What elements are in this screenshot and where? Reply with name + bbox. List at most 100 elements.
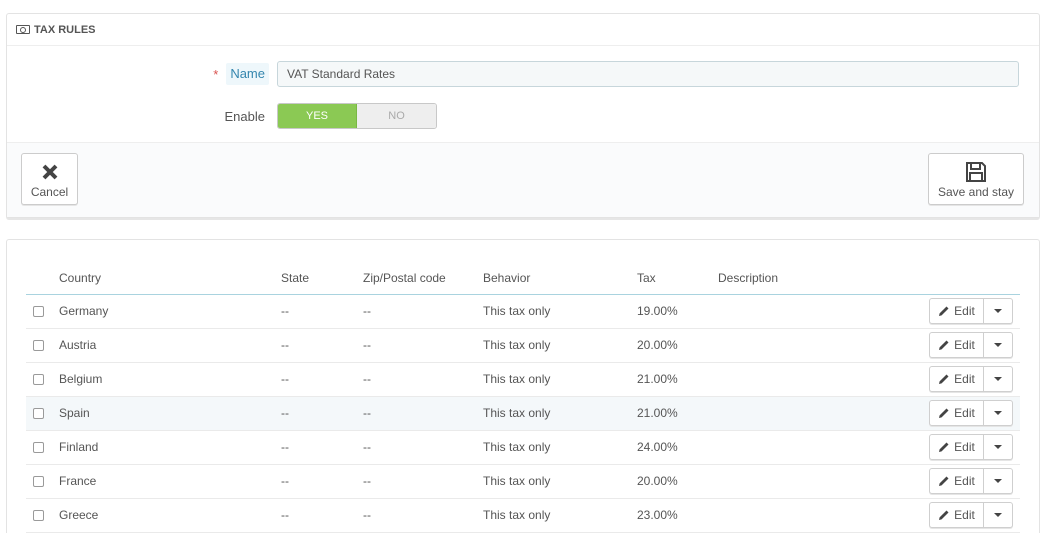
row-actions-dropdown[interactable] xyxy=(984,333,1012,357)
cell-actions: Edit xyxy=(928,430,1020,465)
cell-zip: -- xyxy=(363,328,483,363)
cell-state: -- xyxy=(281,430,363,465)
caret-down-icon xyxy=(994,445,1002,449)
table-row[interactable]: Spain -- -- This tax only 21.00% Edit xyxy=(26,396,1020,431)
cell-description xyxy=(718,362,928,397)
cell-state: -- xyxy=(281,464,363,499)
cell-actions: Edit xyxy=(928,362,1020,397)
table-row[interactable]: Germany -- -- This tax only 19.00% Edit xyxy=(26,294,1020,329)
caret-down-icon xyxy=(994,479,1002,483)
header-state[interactable]: State xyxy=(281,262,363,295)
cell-state: -- xyxy=(281,498,363,533)
row-actions-dropdown[interactable] xyxy=(984,299,1012,323)
cell-description xyxy=(718,464,928,499)
cell-tax: 23.00% xyxy=(637,498,718,533)
save-and-stay-button[interactable]: Save and stay xyxy=(928,153,1024,205)
edit-button[interactable]: Edit xyxy=(930,299,984,323)
edit-button[interactable]: Edit xyxy=(930,333,984,357)
cell-country: Belgium xyxy=(59,362,281,397)
caret-down-icon xyxy=(994,343,1002,347)
row-action-group: Edit xyxy=(929,366,1013,392)
edit-button[interactable]: Edit xyxy=(930,401,984,425)
row-select-cell xyxy=(26,328,59,363)
edit-button[interactable]: Edit xyxy=(930,367,984,391)
row-select-cell xyxy=(26,498,59,533)
header-country[interactable]: Country xyxy=(59,262,281,295)
cell-zip: -- xyxy=(363,362,483,397)
row-action-group: Edit xyxy=(929,400,1013,426)
panel-title: TAX RULES xyxy=(34,23,96,36)
pencil-icon xyxy=(938,339,954,351)
row-checkbox[interactable] xyxy=(33,442,44,454)
table-row[interactable]: Greece -- -- This tax only 23.00% Edit xyxy=(26,498,1020,533)
cell-tax: 21.00% xyxy=(637,362,718,397)
row-select-cell xyxy=(26,464,59,499)
save-icon xyxy=(965,159,987,185)
cell-country: Spain xyxy=(59,396,281,431)
cell-country: France xyxy=(59,464,281,499)
cell-state: -- xyxy=(281,396,363,431)
row-checkbox[interactable] xyxy=(33,408,44,420)
edit-label: Edit xyxy=(954,372,975,386)
cell-tax: 20.00% xyxy=(637,328,718,363)
pencil-icon xyxy=(938,373,954,385)
row-select-cell xyxy=(26,430,59,465)
row-select-cell xyxy=(26,396,59,431)
cell-country: Austria xyxy=(59,328,281,363)
row-actions-dropdown[interactable] xyxy=(984,469,1012,493)
cell-tax: 21.00% xyxy=(637,396,718,431)
caret-down-icon xyxy=(994,411,1002,415)
edit-button[interactable]: Edit xyxy=(930,503,984,527)
enable-label: Enable xyxy=(224,108,265,124)
cell-behavior: This tax only xyxy=(483,464,637,499)
row-checkbox[interactable] xyxy=(33,476,44,488)
switch-yes-option[interactable]: YES xyxy=(278,104,357,128)
name-label-text: Name xyxy=(226,63,269,85)
name-label: * Name xyxy=(213,61,269,87)
edit-button[interactable]: Edit xyxy=(930,469,984,493)
switch-no-option[interactable]: NO xyxy=(357,104,436,128)
edit-label: Edit xyxy=(954,508,975,522)
cell-behavior: This tax only xyxy=(483,294,637,329)
edit-button[interactable]: Edit xyxy=(930,435,984,459)
row-checkbox[interactable] xyxy=(33,374,44,386)
edit-label: Edit xyxy=(954,440,975,454)
header-description[interactable]: Description xyxy=(718,262,928,295)
cell-zip: -- xyxy=(363,464,483,499)
cell-behavior: This tax only xyxy=(483,328,637,363)
header-tax[interactable]: Tax xyxy=(637,262,718,295)
row-action-group: Edit xyxy=(929,502,1013,528)
enable-switch[interactable]: YES NO xyxy=(277,103,437,129)
cell-actions: Edit xyxy=(928,294,1020,329)
pencil-icon xyxy=(938,407,954,419)
close-icon xyxy=(41,159,59,185)
row-checkbox[interactable] xyxy=(33,340,44,352)
row-action-group: Edit xyxy=(929,434,1013,460)
table-row[interactable]: Finland -- -- This tax only 24.00% Edit xyxy=(26,430,1020,465)
header-behavior[interactable]: Behavior xyxy=(483,262,637,295)
table-row[interactable]: Belgium -- -- This tax only 21.00% Edit xyxy=(26,362,1020,397)
cell-state: -- xyxy=(281,362,363,397)
pencil-icon xyxy=(938,475,954,487)
row-checkbox[interactable] xyxy=(33,510,44,522)
tax-rules-list-panel: Country State Zip/Postal code Behavior T… xyxy=(6,239,1040,533)
cell-behavior: This tax only xyxy=(483,396,637,431)
cell-zip: -- xyxy=(363,498,483,533)
table-row[interactable]: Austria -- -- This tax only 20.00% Edit xyxy=(26,328,1020,363)
name-input[interactable] xyxy=(277,61,1019,87)
cell-tax: 19.00% xyxy=(637,294,718,329)
row-checkbox[interactable] xyxy=(33,306,44,318)
row-action-group: Edit xyxy=(929,468,1013,494)
header-zip[interactable]: Zip/Postal code xyxy=(363,262,483,295)
row-actions-dropdown[interactable] xyxy=(984,401,1012,425)
edit-label: Edit xyxy=(954,338,975,352)
row-actions-dropdown[interactable] xyxy=(984,367,1012,391)
table-row[interactable]: France -- -- This tax only 20.00% Edit xyxy=(26,464,1020,499)
row-actions-dropdown[interactable] xyxy=(984,435,1012,459)
cell-actions: Edit xyxy=(928,464,1020,499)
cell-actions: Edit xyxy=(928,328,1020,363)
money-icon xyxy=(16,25,30,34)
cancel-button[interactable]: Cancel xyxy=(21,153,78,205)
row-actions-dropdown[interactable] xyxy=(984,503,1012,527)
cell-zip: -- xyxy=(363,294,483,329)
